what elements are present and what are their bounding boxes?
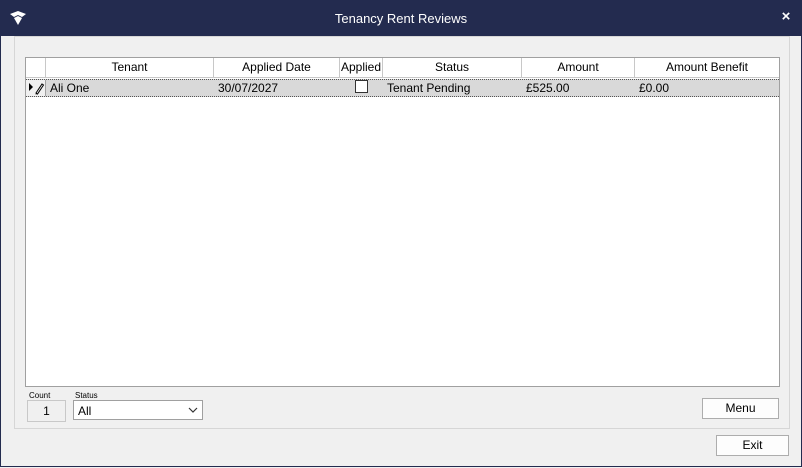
status-filter-label: Status xyxy=(75,391,98,400)
header-row-selector xyxy=(26,58,46,77)
menu-button[interactable]: Menu xyxy=(702,398,779,419)
cell-status[interactable]: Tenant Pending xyxy=(383,80,522,96)
rent-reviews-grid[interactable]: Tenant Applied Date Applied Status Amoun… xyxy=(25,57,780,387)
cell-amount[interactable]: £525.00 xyxy=(522,80,635,96)
column-header-applied-date[interactable]: Applied Date xyxy=(214,58,340,77)
window-title: Tenancy Rent Reviews xyxy=(334,11,468,26)
grid-header: Tenant Applied Date Applied Status Amoun… xyxy=(26,58,779,78)
exit-button[interactable]: Exit xyxy=(716,435,789,456)
row-edit-indicator xyxy=(26,80,46,96)
edit-pencil-icon xyxy=(29,83,45,95)
window-body: Tenant Applied Date Applied Status Amoun… xyxy=(0,36,802,467)
status-filter-value: All xyxy=(78,404,92,418)
column-header-amount-benefit[interactable]: Amount Benefit xyxy=(635,58,779,77)
close-button[interactable]: × xyxy=(778,8,794,26)
status-filter-select[interactable]: All xyxy=(73,400,203,420)
count-label: Count xyxy=(29,391,51,400)
cell-tenant[interactable]: Ali One xyxy=(46,80,214,96)
count-value: 1 xyxy=(27,400,66,422)
table-row[interactable]: Ali One 30/07/2027 Tenant Pending £525.0… xyxy=(26,79,779,97)
column-header-status[interactable]: Status xyxy=(383,58,522,77)
reviews-panel: Tenant Applied Date Applied Status Amoun… xyxy=(14,36,790,429)
column-header-applied[interactable]: Applied xyxy=(340,58,383,77)
column-header-tenant[interactable]: Tenant xyxy=(46,58,214,77)
cell-applied-date[interactable]: 30/07/2027 xyxy=(214,80,340,96)
cell-applied[interactable] xyxy=(340,80,383,96)
title-bar: Tenancy Rent Reviews × xyxy=(0,0,802,36)
chevron-down-icon xyxy=(188,407,198,413)
applied-checkbox[interactable] xyxy=(355,80,368,93)
column-header-amount[interactable]: Amount xyxy=(522,58,635,77)
cell-amount-benefit[interactable]: £0.00 xyxy=(635,80,779,96)
